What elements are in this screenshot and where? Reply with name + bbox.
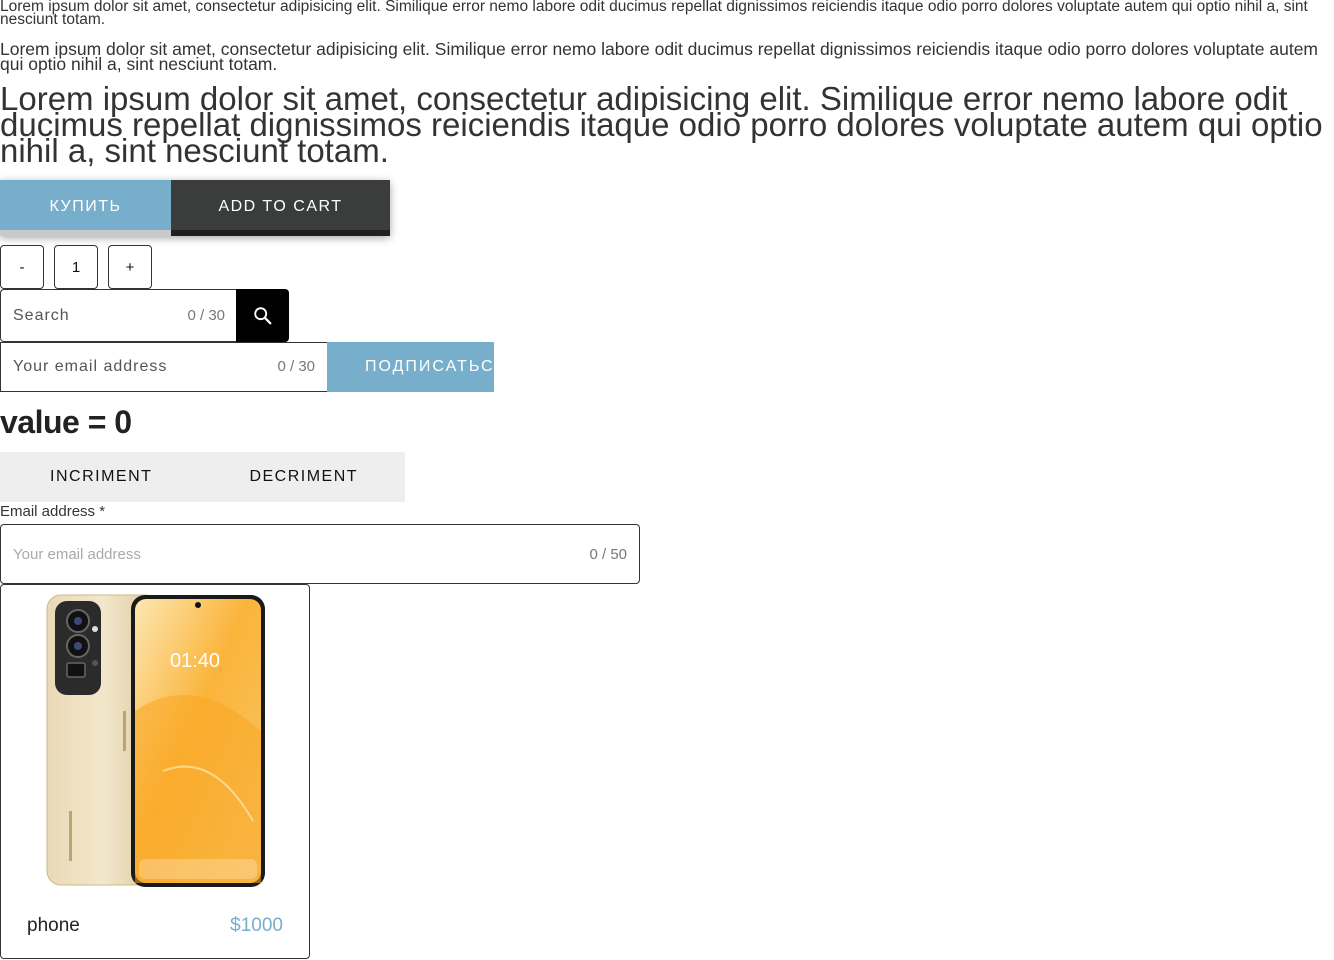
subscribe-email-input[interactable]: Your email address 0 / 30 — [0, 342, 327, 392]
add-to-cart-button[interactable]: ADD TO CART — [171, 180, 390, 236]
email-char-counter: 0 / 50 — [589, 546, 627, 563]
buy-button[interactable]: КУПИТЬ — [0, 180, 171, 236]
quantity-increase-button[interactable]: + — [108, 245, 152, 289]
product-price: $1000 — [230, 915, 283, 936]
quantity-decrease-button[interactable]: - — [0, 245, 44, 289]
email-field[interactable]: Your email address 0 / 50 — [0, 524, 640, 584]
subscribe-char-counter: 0 / 30 — [277, 358, 315, 375]
subscribe-placeholder: Your email address — [13, 358, 168, 375]
email-label: Email address * — [0, 503, 106, 520]
quantity-value[interactable]: 1 — [54, 245, 98, 289]
search-input[interactable]: Search 0 / 30 — [0, 289, 237, 342]
search-form: Search 0 / 30 — [0, 289, 289, 342]
paragraph-medium: Lorem ipsum dolor sit amet, consectetur … — [0, 39, 1319, 74]
search-char-counter: 0 / 30 — [187, 307, 225, 324]
phone-image: 01:40 — [46, 594, 265, 887]
decrement-button[interactable]: DECRIMENT — [203, 452, 406, 502]
paragraph-large: Lorem ipsum dolor sit amet, consectetur … — [0, 80, 1323, 169]
subscribe-button[interactable]: ПОДПИСАТЬСЯ — [327, 342, 494, 392]
subscribe-form: Your email address 0 / 30 ПОДПИСАТЬСЯ — [0, 342, 494, 392]
search-button[interactable] — [236, 289, 289, 342]
email-placeholder: Your email address — [13, 546, 141, 563]
counter-controls: INCRIMENT DECRIMENT — [0, 452, 405, 502]
search-placeholder: Search — [13, 307, 70, 324]
phone-screen-time: 01:40 — [170, 650, 220, 672]
search-icon — [253, 306, 271, 324]
product-name: phone — [27, 915, 80, 936]
increment-button[interactable]: INCRIMENT — [0, 452, 203, 502]
counter-value: value = 0 — [0, 404, 132, 440]
paragraph-small: Lorem ipsum dolor sit amet, consectetur … — [0, 0, 1308, 28]
product-card[interactable]: 01:40 phone $1000 — [0, 584, 310, 959]
purchase-button-group: КУПИТЬ ADD TO CART — [0, 180, 390, 236]
